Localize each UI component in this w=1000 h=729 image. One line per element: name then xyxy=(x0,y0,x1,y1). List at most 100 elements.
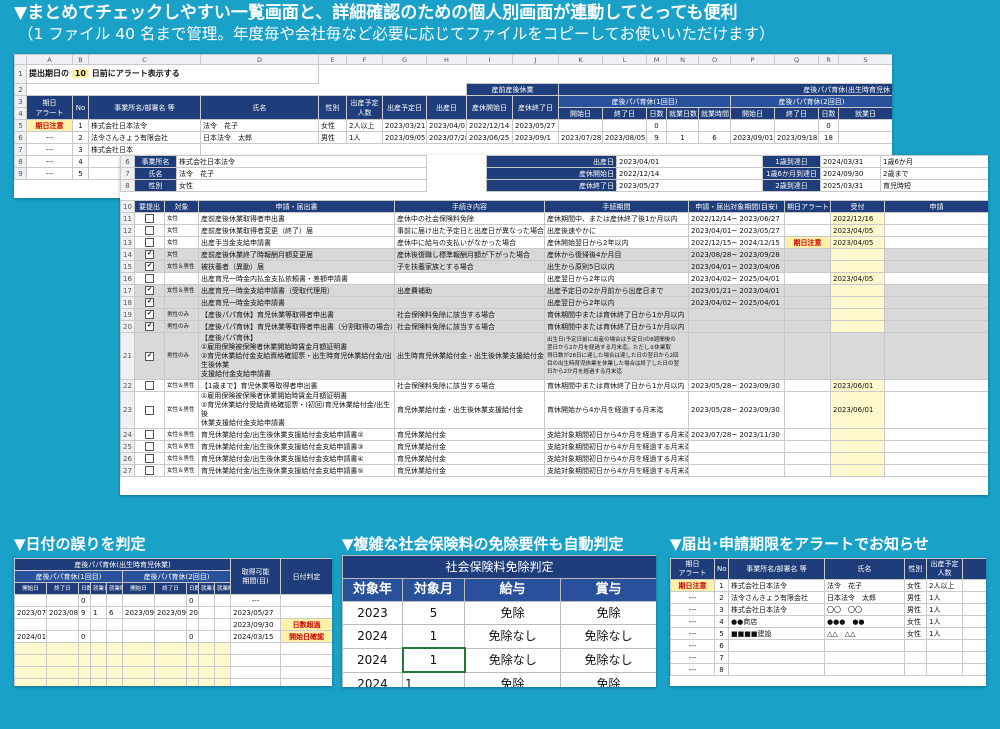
table-row[interactable]: 5 期日注意 1 株式会社日本法令 法令 花子 女性 2人以上 2023/03/… xyxy=(14,119,892,132)
submit-checkbox[interactable] xyxy=(145,430,154,439)
end-cell[interactable]: 2023/08/05 xyxy=(46,606,79,619)
year-cell[interactable]: 2024 xyxy=(342,624,403,649)
submit-checkbox[interactable]: ✔ xyxy=(145,262,154,271)
submit-checkbox[interactable] xyxy=(145,274,154,283)
recv-cell[interactable]: 2023/04/05 xyxy=(830,224,885,237)
sex-cell[interactable]: 男性 xyxy=(904,591,927,604)
recv-cell[interactable] xyxy=(830,320,885,333)
nin-cell[interactable] xyxy=(926,651,963,664)
table-row[interactable]: 2023/09/30 日数超過 xyxy=(14,618,332,631)
ke-cell[interactable]: 2023/09/1 xyxy=(512,131,559,144)
table-row[interactable]: 2024 1 免除なし 免除なし xyxy=(342,624,656,649)
table-row-tall[interactable]: 23 女性＆男性 ①雇用保険被保険者休業開始時賃金月額証明書 ②育児休業給付受給… xyxy=(120,391,988,429)
nin-cell[interactable]: 1人 xyxy=(926,603,963,616)
recv-cell[interactable]: 2023/06/01 xyxy=(830,379,885,392)
submit-checkbox[interactable]: ✔ xyxy=(145,298,154,307)
end2-cell[interactable]: 2023/09/18 xyxy=(774,131,819,144)
year-cell[interactable]: 2024 xyxy=(342,647,403,673)
dropdown-arrow-icon[interactable]: ▼ xyxy=(464,652,465,668)
table-row[interactable]: 2023 5 免除 免除 xyxy=(342,601,656,625)
month-cell[interactable]: 5 xyxy=(402,601,465,625)
office-cell[interactable] xyxy=(728,639,825,652)
submit-checkbox[interactable]: ✔ xyxy=(145,322,154,331)
end2-cell[interactable]: 2023/09/20 xyxy=(154,606,187,619)
name-cell[interactable]: ●●● ●● xyxy=(824,615,905,628)
nin-cell[interactable] xyxy=(926,639,963,652)
name-cell[interactable] xyxy=(824,663,905,676)
nin-cell[interactable]: 1人 xyxy=(926,627,963,640)
month-select[interactable]: 1 ▼ xyxy=(401,647,466,673)
name-cell[interactable] xyxy=(824,639,905,652)
name-value[interactable]: 法令 花子 xyxy=(176,167,427,180)
table-row[interactable]: 17 ✔ 女性＆男性 出産育児一時金支給申請書（受取代理用） 出産費補助 出産予定日の2か… xyxy=(120,284,988,297)
submit-checkbox[interactable] xyxy=(145,405,154,415)
office-value[interactable]: 株式会社日本法令 xyxy=(176,155,427,168)
office-cell[interactable]: 株式会社日本法令 xyxy=(88,119,201,132)
sex-cell[interactable]: 男性 xyxy=(318,131,347,144)
alert-days-input[interactable]: 10 xyxy=(71,69,89,78)
month-cell[interactable]: 1 xyxy=(402,671,465,687)
yotei-cell[interactable]: 2023/03/21 xyxy=(382,119,427,132)
submit-checkbox[interactable] xyxy=(145,454,154,463)
nin-cell[interactable]: 1人 xyxy=(926,615,963,628)
table-row[interactable]: 16 出産育児一時金内払金支払依頼書・差額申請書 出産翌日から2年以内 2023/04… xyxy=(120,272,988,285)
name-cell[interactable] xyxy=(824,651,905,664)
name-cell[interactable]: 法令 花子 xyxy=(824,579,905,592)
sex-cell[interactable]: 女性 xyxy=(904,579,927,592)
start-cell[interactable]: 2023/07/28 xyxy=(14,606,47,619)
submit-checkbox[interactable]: ✔ xyxy=(145,351,154,361)
table-row[interactable]: 6 --- 2 法令さんきょう有限会社 日本法令 太郎 男性 1人 2023/0… xyxy=(14,131,892,144)
start2-cell[interactable]: 2023/09/01 xyxy=(730,131,775,144)
table-row[interactable]: 19 ✔ 男性のみ 【産後パパ育休】育児休業等取得者申出書 社会保険料免除に該当する場合… xyxy=(120,308,988,321)
table-row[interactable]: 27 女性＆男性 育児休業給付金/出生後休業支援給付金支給申請書⑤ 育児休業給付金 支給… xyxy=(120,464,988,477)
table-row[interactable]: 20 ✔ 男性のみ 【産後パパ育休】育児休業等取得者申出書（分割取得の場合） 社会保険料… xyxy=(120,320,988,333)
submit-checkbox[interactable] xyxy=(145,381,154,390)
table-row[interactable]: 24 女性＆男性 育児休業給付金/出生後休業支援給付金支給申請書② 育児休業給付金 支給… xyxy=(120,428,988,441)
submit-checkbox[interactable] xyxy=(145,442,154,451)
shussan-cell[interactable]: 2023/04/01 xyxy=(426,119,467,132)
recv-cell[interactable] xyxy=(830,248,885,261)
worktime-cell[interactable]: 6 xyxy=(698,131,731,144)
recv-cell[interactable] xyxy=(830,452,885,465)
sex-cell[interactable]: 男性 xyxy=(904,603,927,616)
shussan-cell[interactable]: 2023/07/28 xyxy=(426,131,467,144)
table-row[interactable]: --- 7 xyxy=(670,651,986,664)
recv-cell[interactable]: 2022/12/16 xyxy=(830,212,885,225)
month-cell[interactable]: 1 xyxy=(402,624,465,649)
nin-cell[interactable] xyxy=(926,663,963,676)
recv-cell[interactable]: 2023/04/05 xyxy=(830,272,885,285)
name-cell[interactable]: △△ △△ xyxy=(824,627,905,640)
nin-cell[interactable]: 1人 xyxy=(346,131,383,144)
table-row[interactable]: 14 ✔ 女性 産前産後休業終了時報酬月額変更届 産休後復職し標準報酬月額が下がった場合… xyxy=(120,248,988,261)
year-cell[interactable]: 2024 xyxy=(342,671,403,687)
sex-cell[interactable]: 女性 xyxy=(904,615,927,628)
submit-checkbox[interactable]: ✔ xyxy=(145,310,154,319)
table-row[interactable]: 2024 1 ▼ 免除なし 免除なし xyxy=(342,647,656,673)
office-cell[interactable]: ■■■■建設 xyxy=(728,627,825,640)
office-cell[interactable] xyxy=(728,663,825,676)
table-row[interactable]: 22 女性＆男性 【1歳まで】育児休業等取得者申出書 社会保険料免除に該当する場合 育休… xyxy=(120,379,988,392)
table-row[interactable]: 25 女性＆男性 育児休業給付金/出生後休業支援給付金支給申請書③ 育児休業給付金 支給… xyxy=(120,440,988,453)
nin-cell[interactable]: 2人以上 xyxy=(346,119,383,132)
submit-checkbox[interactable] xyxy=(145,214,154,223)
recv-cell[interactable] xyxy=(830,296,885,309)
sex-cell[interactable]: 女性 xyxy=(318,119,347,132)
end-cell[interactable]: 2023/08/05 xyxy=(602,131,647,144)
table-row[interactable]: 15 ✔ 女性＆男性 被扶養者（異動）届 子を扶養家族とする場合 出生から原則5日以内 20… xyxy=(120,260,988,273)
table-row[interactable]: --- 2 法令さんきょう有限会社 日本法令 太郎 男性 1人 xyxy=(670,591,986,604)
workdays-cell[interactable]: 1 xyxy=(90,606,107,619)
office-cell[interactable]: 株式会社日本 xyxy=(88,143,201,156)
nin-cell[interactable]: 1人 xyxy=(926,591,963,604)
table-row[interactable]: 26 女性＆男性 育児休業給付金/出生後休業支援給付金支給申請書④ 育児休業給付金 支給… xyxy=(120,452,988,465)
sex-value[interactable]: 女性 xyxy=(176,179,427,192)
table-row[interactable]: --- 8 xyxy=(670,663,986,676)
name-cell[interactable]: 法令 花子 xyxy=(200,119,319,132)
office-cell[interactable]: 株式会社日本法令 xyxy=(728,603,825,616)
ks-cell[interactable]: 2022/12/14 xyxy=(466,119,513,132)
table-row-tall[interactable]: 21 ✔ 男性のみ 【産後パパ育休】 ①雇用保険被保険者休業開始時賃金月額証明書… xyxy=(120,332,988,380)
table-row[interactable]: 7 --- 3 株式会社日本 xyxy=(14,143,892,156)
office-cell[interactable]: 法令さんきょう有限会社 xyxy=(88,131,201,144)
worktime-cell[interactable]: 6 xyxy=(106,606,123,619)
table-row[interactable]: --- 3 株式会社日本法令 〇〇 〇〇 男性 1人 xyxy=(670,603,986,616)
name-cell[interactable]: 日本法令 太郎 xyxy=(200,131,319,144)
